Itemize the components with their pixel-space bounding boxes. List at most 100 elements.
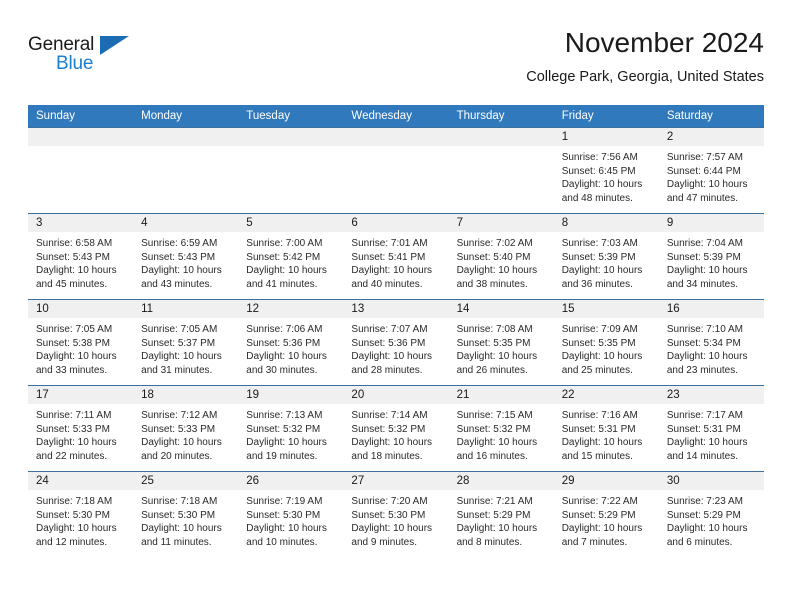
calendar-day-cell[interactable]: 23 Sunrise: 7:17 AM Sunset: 5:31 PM Dayligh… [658,385,764,472]
sunset-text: Sunset: 5:33 PM [141,423,216,435]
day-cell-inner: 1 Sunrise: 7:56 AM Sunset: 6:45 PM Daylight… [553,128,659,214]
sunrise-text: Sunrise: 7:08 AM [456,324,533,335]
calendar-day-cell[interactable]: 10 Sunrise: 7:05 AM Sunset: 5:38 PM Dayligh… [28,299,134,386]
calendar-day-cell[interactable]: 25 Sunrise: 7:18 AM Sunset: 5:30 PM Dayligh… [133,471,239,557]
day-number: 7 [448,214,554,232]
calendar-day-cell[interactable]: 29 Sunrise: 7:22 AM Sunset: 5:29 PM Dayligh… [553,471,659,557]
day-cell-inner: 22 Sunrise: 7:16 AM Sunset: 5:31 PM Dayligh… [553,386,659,472]
sunset-text: Sunset: 5:32 PM [351,423,426,435]
day-cell-details: Sunrise: 7:21 AM Sunset: 5:29 PM Daylight:… [449,490,554,549]
brand-logo[interactable]: General Blue [28,34,148,82]
sunrise-text: Sunrise: 7:21 AM [456,496,533,507]
day-number: 13 [343,300,449,318]
day-cell-details: Sunrise: 7:18 AM Sunset: 5:30 PM Daylight:… [133,490,238,549]
day-number: 24 [28,472,134,490]
day-cell-details: Sunrise: 7:19 AM Sunset: 5:30 PM Daylight:… [238,490,343,549]
sunrise-text: Sunrise: 7:22 AM [561,496,638,507]
sunset-text: Sunset: 5:35 PM [561,337,636,349]
page-subtitle-location: College Park, Georgia, United States [526,69,764,85]
day-cell-inner: 13 Sunrise: 7:07 AM Sunset: 5:36 PM Dayligh… [343,300,449,386]
daylight-text-line1: Daylight: 10 hours [351,265,433,277]
day-cell-inner [343,128,449,214]
daylight-text-line1: Daylight: 10 hours [141,523,222,535]
calendar-day-cell[interactable]: 13 Sunrise: 7:07 AM Sunset: 5:36 PM Dayligh… [343,299,449,386]
day-cell-inner: 14 Sunrise: 7:08 AM Sunset: 5:35 PM Dayligh… [448,300,554,386]
calendar-day-cell-empty [28,127,134,214]
day-number: 3 [28,214,134,232]
daylight-text-line1: Daylight: 10 hours [36,351,117,363]
weekday-header-saturday: Saturday [658,105,764,128]
calendar-day-cell[interactable]: 7 Sunrise: 7:02 AM Sunset: 5:40 PM Daylight… [448,213,554,300]
calendar-day-cell[interactable]: 20 Sunrise: 7:14 AM Sunset: 5:32 PM Dayligh… [343,385,449,472]
calendar-day-cell[interactable]: 8 Sunrise: 7:03 AM Sunset: 5:39 PM Daylight… [553,213,659,300]
calendar-header-row: Sunday Monday Tuesday Wednesday Thursday… [28,105,764,128]
calendar-day-cell[interactable]: 1 Sunrise: 7:56 AM Sunset: 6:45 PM Daylight… [553,127,659,214]
daylight-text-line1: Daylight: 10 hours [456,437,538,449]
brand-logo-blue-text: Blue [56,53,94,74]
sunset-text: Sunset: 5:43 PM [36,251,110,263]
calendar-day-cell[interactable]: 27 Sunrise: 7:20 AM Sunset: 5:30 PM Dayligh… [343,471,449,557]
calendar-day-cell[interactable]: 21 Sunrise: 7:15 AM Sunset: 5:32 PM Dayligh… [448,385,554,472]
calendar-day-cell[interactable]: 30 Sunrise: 7:23 AM Sunset: 5:29 PM Dayligh… [658,471,764,557]
daylight-text-line1: Daylight: 10 hours [246,437,327,449]
day-cell-inner: 15 Sunrise: 7:09 AM Sunset: 5:35 PM Dayligh… [553,300,659,386]
day-cell-details: Sunrise: 7:56 AM Sunset: 6:45 PM Daylight:… [554,146,659,205]
calendar-day-cell[interactable]: 18 Sunrise: 7:12 AM Sunset: 5:33 PM Dayligh… [133,385,239,472]
daylight-text-line1: Daylight: 10 hours [141,351,222,363]
sunrise-text: Sunrise: 7:11 AM [36,410,112,421]
calendar-day-cell[interactable]: 19 Sunrise: 7:13 AM Sunset: 5:32 PM Dayligh… [238,385,344,472]
brand-logo-triangle-icon [100,36,129,55]
day-cell-inner [238,128,344,214]
daylight-text-line2: and 28 minutes. [351,364,423,376]
day-cell-details: Sunrise: 7:03 AM Sunset: 5:39 PM Daylight:… [554,232,659,291]
calendar-day-cell[interactable]: 5 Sunrise: 7:00 AM Sunset: 5:42 PM Daylight… [238,213,344,300]
calendar-day-cell[interactable]: 28 Sunrise: 7:21 AM Sunset: 5:29 PM Dayligh… [448,471,554,557]
calendar-day-cell[interactable]: 17 Sunrise: 7:11 AM Sunset: 5:33 PM Dayligh… [28,385,134,472]
sunset-text: Sunset: 5:36 PM [351,337,426,349]
calendar-day-cell[interactable]: 15 Sunrise: 7:09 AM Sunset: 5:35 PM Dayligh… [553,299,659,386]
sunset-text: Sunset: 5:30 PM [246,509,321,521]
calendar-day-cell-empty [343,127,449,214]
day-cell-inner: 30 Sunrise: 7:23 AM Sunset: 5:29 PM Dayligh… [658,472,764,557]
daylight-text-line1: Daylight: 10 hours [666,265,748,277]
day-number: 8 [553,214,659,232]
sunrise-text: Sunrise: 7:07 AM [351,324,428,335]
daylight-text-line2: and 48 minutes. [561,192,633,204]
day-number: 29 [553,472,659,490]
day-cell-details: Sunrise: 7:13 AM Sunset: 5:32 PM Daylight:… [238,404,343,463]
daylight-text-line1: Daylight: 10 hours [561,437,643,449]
daylight-text-line1: Daylight: 10 hours [561,179,643,191]
day-cell-details: Sunrise: 7:11 AM Sunset: 5:33 PM Daylight:… [28,404,133,463]
calendar-day-cell[interactable]: 6 Sunrise: 7:01 AM Sunset: 5:41 PM Daylight… [343,213,449,300]
calendar-day-cell[interactable]: 3 Sunrise: 6:58 AM Sunset: 5:43 PM Daylight… [28,213,134,300]
calendar-day-cell[interactable]: 4 Sunrise: 6:59 AM Sunset: 5:43 PM Daylight… [133,213,239,300]
calendar-day-cell[interactable]: 22 Sunrise: 7:16 AM Sunset: 5:31 PM Dayligh… [553,385,659,472]
day-cell-details: Sunrise: 7:14 AM Sunset: 5:32 PM Daylight:… [343,404,448,463]
calendar-week-row: 1 Sunrise: 7:56 AM Sunset: 6:45 PM Daylight… [28,127,764,214]
calendar-day-cell[interactable]: 9 Sunrise: 7:04 AM Sunset: 5:39 PM Daylight… [658,213,764,300]
daylight-text-line2: and 40 minutes. [351,278,423,290]
calendar-day-cell-empty [448,127,554,214]
day-number: 9 [658,214,764,232]
day-number [238,128,344,146]
day-number: 30 [658,472,764,490]
calendar-day-cell[interactable]: 14 Sunrise: 7:08 AM Sunset: 5:35 PM Dayligh… [448,299,554,386]
weekday-header-thursday: Thursday [448,105,554,128]
day-cell-inner: 23 Sunrise: 7:17 AM Sunset: 5:31 PM Dayligh… [658,386,764,472]
calendar-day-cell-empty [133,127,239,214]
calendar-day-cell[interactable]: 11 Sunrise: 7:05 AM Sunset: 5:37 PM Dayligh… [133,299,239,386]
calendar-day-cell[interactable]: 12 Sunrise: 7:06 AM Sunset: 5:36 PM Dayligh… [238,299,344,386]
calendar-day-cell[interactable]: 16 Sunrise: 7:10 AM Sunset: 5:34 PM Dayligh… [658,299,764,386]
sunset-text: Sunset: 5:32 PM [246,423,321,435]
calendar-day-cell[interactable]: 26 Sunrise: 7:19 AM Sunset: 5:30 PM Dayligh… [238,471,344,557]
day-cell-details: Sunrise: 7:05 AM Sunset: 5:37 PM Daylight:… [133,318,238,377]
daylight-text-line1: Daylight: 10 hours [351,437,433,449]
calendar-day-cell[interactable]: 2 Sunrise: 7:57 AM Sunset: 6:44 PM Daylight… [658,127,764,214]
daylight-text-line1: Daylight: 10 hours [246,523,327,535]
day-cell-details: Sunrise: 7:07 AM Sunset: 5:36 PM Daylight:… [343,318,448,377]
calendar-day-cell[interactable]: 24 Sunrise: 7:18 AM Sunset: 5:30 PM Dayligh… [28,471,134,557]
title-block: November 2024 College Park, Georgia, Uni… [526,26,764,87]
daylight-text-line1: Daylight: 10 hours [666,179,748,191]
day-cell-inner [133,128,239,214]
sunrise-sunset-calendar: Sunday Monday Tuesday Wednesday Thursday… [28,105,764,557]
